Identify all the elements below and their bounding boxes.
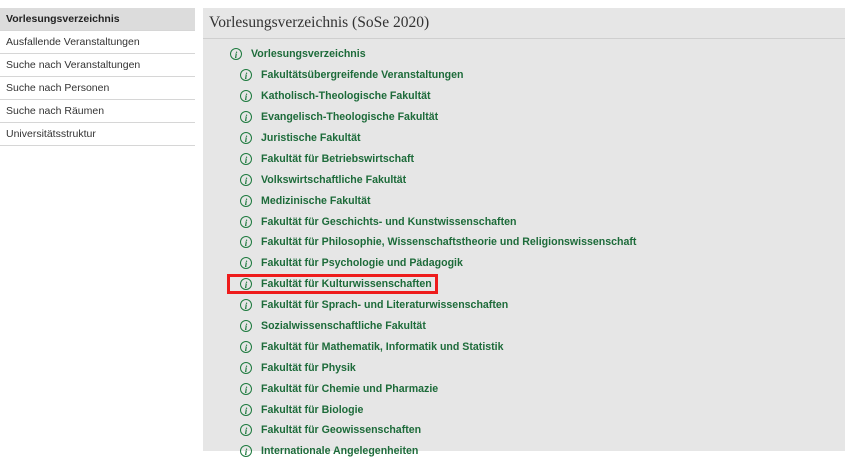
info-icon[interactable]: i [240, 257, 252, 270]
tree-item-link[interactable]: Fakultät für Psychologie und Pädagogik [261, 257, 463, 269]
info-icon[interactable]: i [240, 278, 252, 291]
info-icon[interactable]: i [240, 132, 252, 144]
tree-item-link[interactable]: Fakultätsübergreifende Veranstaltungen [261, 69, 464, 81]
main-panel: Vorlesungsverzeichnis (SoSe 2020) i Vorl… [203, 8, 845, 458]
info-icon[interactable]: i [240, 236, 252, 249]
tree-item-link[interactable]: Fakultät für Biologie [261, 404, 363, 416]
info-icon[interactable]: i [240, 424, 252, 437]
tree-item: i Fakultät für Psychologie und Pädagogik [203, 253, 845, 274]
sidebar-item-suche-veranstaltungen[interactable]: Suche nach Veranstaltungen [0, 54, 195, 77]
sidebar-item-suche-personen[interactable]: Suche nach Personen [0, 77, 195, 100]
tree-item: i Fakultät für Physik [203, 357, 845, 378]
tree-item-link[interactable]: Fakultät für Chemie und Pharmazie [261, 383, 438, 395]
info-icon[interactable]: i [240, 194, 252, 207]
info-icon[interactable]: i [230, 48, 242, 61]
tree-item: i Fakultät für Chemie und Pharmazie [203, 378, 845, 399]
sidebar-item-ausfallende-veranstaltungen[interactable]: Ausfallende Veranstaltungen [0, 31, 195, 54]
tree-item-link[interactable]: Fakultät für Philosophie, Wissenschaftst… [261, 236, 636, 248]
tree-item: i Fakultät für Geowissenschaften [203, 420, 845, 441]
tree-item: i Sozialwissenschaftliche Fakultät [203, 316, 845, 337]
page-title: Vorlesungsverzeichnis (SoSe 2020) [203, 8, 845, 39]
info-icon[interactable]: i [240, 111, 252, 124]
tree-item: i Medizinische Fakultät [203, 190, 845, 211]
info-icon[interactable]: i [240, 90, 252, 103]
tree-item-link[interactable]: Fakultät für Mathematik, Informatik und … [261, 341, 504, 353]
info-icon[interactable]: i [240, 215, 252, 228]
tree-item-link[interactable]: Sozialwissenschaftliche Fakultät [261, 320, 426, 332]
tree-item: i Fakultät für Philosophie, Wissenschafts… [203, 232, 845, 253]
faculty-tree: i Vorlesungsverzeichnis i Fakultätsübergr… [203, 39, 845, 462]
info-icon[interactable]: i [240, 445, 252, 458]
tree-root: i Vorlesungsverzeichnis [203, 44, 845, 65]
info-icon[interactable]: i [240, 69, 252, 82]
info-icon[interactable]: i [240, 361, 252, 374]
tree-item: i Fakultät für Biologie [203, 399, 845, 420]
tree-item: i Fakultät für Betriebswirtschaft [203, 148, 845, 169]
tree-item-link[interactable]: Katholisch-Theologische Fakultät [261, 90, 431, 102]
tree-item-link[interactable]: Evangelisch-Theologische Fakultät [261, 111, 438, 123]
tree-item: i Fakultät für Sprach- und Literaturwisse… [203, 295, 845, 316]
tree-item-link[interactable]: Internationale Angelegenheiten [261, 445, 418, 457]
sidebar: Vorlesungsverzeichnis Ausfallende Verans… [0, 8, 195, 146]
info-icon[interactable]: i [240, 299, 252, 312]
tree-item: i Fakultätsübergreifende Veranstaltungen [203, 65, 845, 86]
tree-item: i Evangelisch-Theologische Fakultät [203, 107, 845, 128]
tree-item-link[interactable]: Fakultät für Physik [261, 362, 356, 374]
sidebar-item-vorlesungsverzeichnis[interactable]: Vorlesungsverzeichnis [0, 8, 195, 31]
info-icon[interactable]: i [240, 320, 252, 333]
tree-item-link[interactable]: Medizinische Fakultät [261, 195, 371, 207]
tree-root-link[interactable]: Vorlesungsverzeichnis [251, 48, 366, 60]
tree-item: i Fakultät für Kulturwissenschaften [203, 274, 845, 295]
info-icon[interactable]: i [240, 382, 252, 395]
tree-item-link[interactable]: Volkswirtschaftliche Fakultät [261, 174, 406, 186]
tree-item-link[interactable]: Fakultät für Geschichts- und Kunstwissen… [261, 216, 516, 228]
info-icon[interactable]: i [240, 173, 252, 186]
tree-item-link[interactable]: Fakultät für Geowissenschaften [261, 424, 421, 436]
tree-item: i Volkswirtschaftliche Fakultät [203, 169, 845, 190]
page: Vorlesungsverzeichnis Ausfallende Verans… [0, 0, 845, 458]
tree-item-link[interactable]: Juristische Fakultät [261, 132, 361, 144]
tree-item-link[interactable]: Fakultät für Sprach- und Literaturwissen… [261, 299, 508, 311]
sidebar-item-suche-raeume[interactable]: Suche nach Räumen [0, 100, 195, 123]
info-icon[interactable]: i [240, 340, 252, 353]
tree-item-link[interactable]: Fakultät für Kulturwissenschaften [261, 278, 432, 290]
sidebar-item-universitaetsstruktur[interactable]: Universitätsstruktur [0, 123, 195, 146]
tree-item: i Fakultät für Geschichts- und Kunstwisse… [203, 211, 845, 232]
tree-item: i Juristische Fakultät [203, 128, 845, 149]
tree-item-link[interactable]: Fakultät für Betriebswirtschaft [261, 153, 414, 165]
info-icon[interactable]: i [240, 403, 252, 416]
tree-item: i Fakultät für Mathematik, Informatik und… [203, 336, 845, 357]
tree-item: i Internationale Angelegenheiten [203, 441, 845, 462]
info-icon[interactable]: i [240, 152, 252, 165]
tree-item: i Katholisch-Theologische Fakultät [203, 86, 845, 107]
